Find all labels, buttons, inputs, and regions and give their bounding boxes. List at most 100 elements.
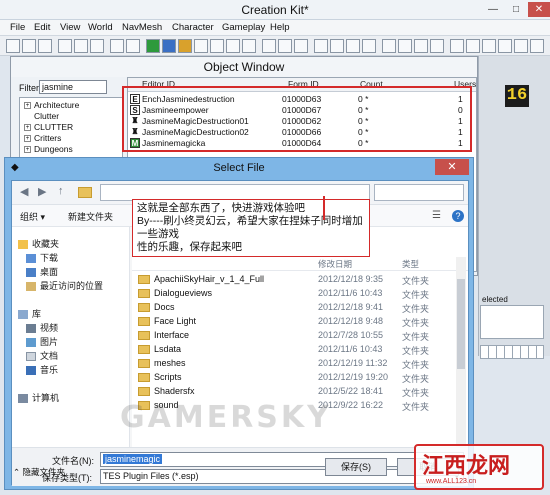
nav-library[interactable]: 库 <box>18 307 41 320</box>
marker-icon[interactable] <box>278 39 292 53</box>
cell-icon[interactable] <box>162 39 176 53</box>
sky-icon[interactable] <box>362 39 376 53</box>
dialog-close-button[interactable]: ✕ <box>435 159 469 175</box>
file-row[interactable]: Docs 2012/12/18 9:41 文件夹 <box>132 301 454 315</box>
expand-icon[interactable]: + <box>24 146 31 154</box>
site-logo-text: 江西龙网 <box>422 454 511 479</box>
selected-list[interactable] <box>480 305 544 339</box>
tree-item[interactable]: Clutter <box>34 111 59 121</box>
trees-icon[interactable] <box>398 39 412 53</box>
collision-icon[interactable] <box>414 39 428 53</box>
help-icon[interactable]: ? <box>452 210 464 222</box>
column-type[interactable]: 类型 <box>402 258 419 270</box>
water-icon[interactable] <box>346 39 360 53</box>
nav-recent[interactable]: 最近访问的位置 <box>26 279 103 292</box>
mini-cell[interactable] <box>481 346 489 358</box>
nav-documents[interactable]: 文档 <box>26 349 58 362</box>
mini-cell[interactable] <box>497 346 505 358</box>
back-icon[interactable]: ◀ <box>20 185 28 198</box>
maximize-button[interactable]: □ <box>505 2 527 17</box>
portal-icon[interactable] <box>430 39 444 53</box>
tree-item[interactable]: + Dungeons <box>24 144 73 154</box>
filter-input[interactable]: jasmine <box>39 80 107 94</box>
object-window-title: Object Window <box>11 57 477 77</box>
redo-icon[interactable] <box>126 39 140 53</box>
forward-icon[interactable]: ▶ <box>38 185 46 198</box>
light-icon[interactable] <box>178 39 192 53</box>
save-icon[interactable] <box>38 39 52 53</box>
copy-icon[interactable] <box>74 39 88 53</box>
bulb-icon[interactable] <box>242 39 256 53</box>
nav-videos[interactable]: 视频 <box>26 321 58 334</box>
expand-icon[interactable]: + <box>24 124 31 132</box>
column-date[interactable]: 修改日期 <box>318 258 352 270</box>
minimize-button[interactable]: — <box>482 2 504 17</box>
pin-icon[interactable] <box>498 39 512 53</box>
brush-icon[interactable] <box>466 39 480 53</box>
export-icon[interactable] <box>530 39 544 53</box>
file-row[interactable]: Scripts 2012/12/19 19:20 文件夹 <box>132 371 454 385</box>
menu-character[interactable]: Character <box>172 22 214 33</box>
nav-music[interactable]: 音乐 <box>26 363 58 376</box>
hide-folders-toggle[interactable]: ⌃ 隐藏文件夹 <box>13 466 65 478</box>
tree-item[interactable]: + CLUTTER <box>24 122 73 132</box>
file-row[interactable]: meshes 2012/12/19 11:32 文件夹 <box>132 357 454 371</box>
menu-file[interactable]: File <box>10 22 25 33</box>
undo-icon[interactable] <box>110 39 124 53</box>
file-row[interactable]: Lsdata 2012/11/6 10:43 文件夹 <box>132 343 454 357</box>
mini-grid[interactable] <box>480 345 544 359</box>
paste-icon[interactable] <box>90 39 104 53</box>
expand-icon[interactable]: + <box>24 135 31 143</box>
menu-world[interactable]: World <box>88 22 113 33</box>
file-row[interactable]: ApachiiSkyHair_v_1_4_Full 2012/12/18 9:35… <box>132 273 454 287</box>
navmesh-icon[interactable] <box>262 39 276 53</box>
mini-cell[interactable] <box>505 346 513 358</box>
landscape-icon[interactable] <box>382 39 396 53</box>
menu-help[interactable]: Help <box>270 22 290 33</box>
new-icon[interactable] <box>6 39 20 53</box>
navigation-pane[interactable]: 收藏夹 下载 桌面 最近访问的位置 库 视频 图片 文档 音乐 计算机 <box>12 227 130 447</box>
nav-downloads[interactable]: 下载 <box>26 251 58 264</box>
view-options-icon[interactable]: ☰ <box>432 210 441 221</box>
flag-icon[interactable] <box>482 39 496 53</box>
organize-button[interactable]: 组织 ▾ <box>20 210 45 223</box>
new-folder-button[interactable]: 新建文件夹 <box>68 210 113 223</box>
search-input[interactable] <box>374 184 464 201</box>
grid-icon[interactable] <box>194 39 208 53</box>
open-icon[interactable] <box>22 39 36 53</box>
view-icon[interactable] <box>314 39 328 53</box>
file-row[interactable]: Face Light 2012/12/18 9:48 文件夹 <box>132 315 454 329</box>
nav-pictures[interactable]: 图片 <box>26 335 58 348</box>
save-button[interactable]: 保存(S) <box>325 458 387 476</box>
mini-cell[interactable] <box>521 346 529 358</box>
menu-edit[interactable]: Edit <box>34 22 50 33</box>
angle-icon[interactable] <box>226 39 240 53</box>
file-row[interactable]: Shadersfx 2012/5/22 18:41 文件夹 <box>132 385 454 399</box>
tree-item[interactable]: + Critters <box>24 133 61 143</box>
mini-cell[interactable] <box>529 346 537 358</box>
camera-icon[interactable] <box>330 39 344 53</box>
expand-icon[interactable]: + <box>24 102 31 110</box>
snap-icon[interactable] <box>210 39 224 53</box>
mini-cell[interactable] <box>489 346 497 358</box>
nav-desktop[interactable]: 桌面 <box>26 265 58 278</box>
arrow-icon[interactable] <box>514 39 528 53</box>
menu-view[interactable]: View <box>60 22 80 33</box>
render-icon[interactable] <box>146 39 160 53</box>
up-icon[interactable]: ↑ <box>58 185 64 197</box>
cut-icon[interactable] <box>58 39 72 53</box>
nav-favorites[interactable]: 收藏夹 <box>18 237 59 250</box>
mini-cell[interactable] <box>513 346 521 358</box>
file-row[interactable]: Interface 2012/7/28 10:55 文件夹 <box>132 329 454 343</box>
nav-computer[interactable]: 计算机 <box>18 391 59 404</box>
tool-icon[interactable] <box>294 39 308 53</box>
scrollbar[interactable] <box>456 257 466 447</box>
close-button[interactable]: ✕ <box>528 2 550 17</box>
tree-item[interactable]: + Architecture <box>24 100 79 110</box>
hand-icon[interactable] <box>450 39 464 53</box>
file-date: 2012/12/18 9:48 <box>318 316 384 326</box>
scrollbar-thumb[interactable] <box>457 279 465 369</box>
menu-navmesh[interactable]: NavMesh <box>122 22 162 33</box>
menu-gameplay[interactable]: Gameplay <box>222 22 265 33</box>
file-row[interactable]: Dialogueviews 2012/11/6 10:43 文件夹 <box>132 287 454 301</box>
